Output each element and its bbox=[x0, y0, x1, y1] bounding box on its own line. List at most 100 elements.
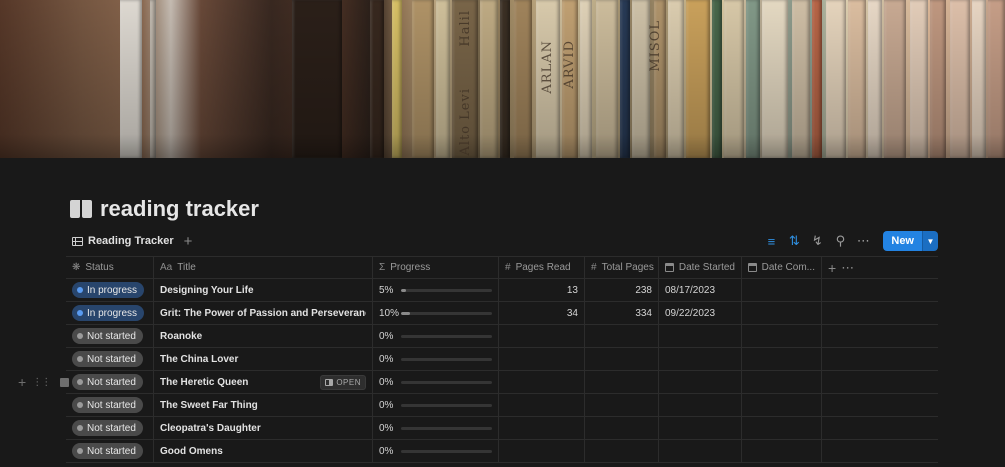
view-tab-reading-tracker[interactable]: Reading Tracker bbox=[66, 233, 180, 249]
title-cell[interactable]: Good Omens bbox=[154, 440, 373, 462]
status-badge[interactable]: In progress bbox=[72, 282, 145, 298]
date-completed-cell[interactable] bbox=[742, 394, 822, 416]
column-header-progress[interactable]: Σ Progress bbox=[373, 257, 499, 278]
add-row-icon[interactable]: + bbox=[18, 375, 26, 389]
pages-read-cell[interactable] bbox=[499, 325, 585, 347]
add-column-icon[interactable]: + bbox=[828, 260, 836, 276]
book-title[interactable]: The Sweet Far Thing bbox=[160, 400, 366, 411]
date-completed-cell[interactable] bbox=[742, 440, 822, 462]
sort-icon[interactable]: ⇅ bbox=[787, 233, 801, 249]
column-header-pages-read[interactable]: # Pages Read bbox=[499, 257, 585, 278]
date-completed-cell[interactable] bbox=[742, 348, 822, 370]
title-cell[interactable]: The Sweet Far Thing bbox=[154, 394, 373, 416]
table-row[interactable]: Not started The Heretic Queen OPEN 0% bbox=[66, 371, 938, 394]
drag-handle-icon[interactable]: ⋮⋮ bbox=[32, 377, 51, 388]
add-view-icon[interactable]: + bbox=[184, 234, 193, 249]
date-completed-cell[interactable] bbox=[742, 417, 822, 439]
date-started-cell[interactable] bbox=[659, 417, 742, 439]
date-started-cell[interactable] bbox=[659, 325, 742, 347]
book-title[interactable]: Cleopatra's Daughter bbox=[160, 423, 366, 434]
book-title[interactable]: Grit: The Power of Passion and Persevera… bbox=[160, 308, 366, 319]
status-badge[interactable]: Not started bbox=[72, 420, 143, 436]
progress-cell: 10% bbox=[373, 302, 499, 324]
status-dot bbox=[77, 448, 83, 454]
status-badge[interactable]: Not started bbox=[72, 374, 143, 390]
pages-read-cell[interactable] bbox=[499, 440, 585, 462]
total-pages-cell[interactable] bbox=[585, 348, 659, 370]
status-badge[interactable]: Not started bbox=[72, 443, 143, 459]
total-pages-cell[interactable] bbox=[585, 371, 659, 393]
status-badge[interactable]: Not started bbox=[72, 351, 143, 367]
date-started-cell[interactable] bbox=[659, 371, 742, 393]
table-row[interactable]: Not started The China Lover 0% bbox=[66, 348, 938, 371]
title-cell[interactable]: Roanoke bbox=[154, 325, 373, 347]
book-title[interactable]: Good Omens bbox=[160, 446, 366, 457]
table-row[interactable]: In progress Grit: The Power of Passion an… bbox=[66, 302, 938, 325]
column-header-date-started[interactable]: Date Started bbox=[659, 257, 742, 278]
status-cell[interactable]: In progress bbox=[66, 302, 154, 324]
date-started-cell[interactable] bbox=[659, 440, 742, 462]
total-pages-cell[interactable] bbox=[585, 440, 659, 462]
progress-cell: 0% bbox=[373, 371, 499, 393]
row-checkbox[interactable] bbox=[60, 377, 70, 387]
table-row[interactable]: Not started The Sweet Far Thing 0% bbox=[66, 394, 938, 417]
date-started-cell[interactable] bbox=[659, 348, 742, 370]
status-cell[interactable]: Not started bbox=[66, 348, 154, 370]
status-cell[interactable]: Not started bbox=[66, 371, 154, 393]
title-cell[interactable]: Grit: The Power of Passion and Persevera… bbox=[154, 302, 373, 324]
search-icon[interactable]: ⚲ bbox=[833, 233, 847, 249]
title-cell[interactable]: Designing Your Life bbox=[154, 279, 373, 301]
lightning-icon[interactable]: ↯ bbox=[810, 233, 824, 249]
open-button[interactable]: OPEN bbox=[320, 374, 366, 390]
status-badge[interactable]: In progress bbox=[72, 305, 145, 321]
book-title[interactable]: Roanoke bbox=[160, 331, 366, 342]
date-completed-cell[interactable] bbox=[742, 302, 822, 324]
date-completed-cell[interactable] bbox=[742, 279, 822, 301]
date-completed-cell[interactable] bbox=[742, 325, 822, 347]
title-cell[interactable]: Cleopatra's Daughter bbox=[154, 417, 373, 439]
more-icon[interactable]: ⋯ bbox=[841, 260, 854, 276]
status-cell[interactable]: Not started bbox=[66, 394, 154, 416]
date-completed-cell[interactable] bbox=[742, 371, 822, 393]
total-pages-cell[interactable]: 238 bbox=[585, 279, 659, 301]
pages-read-cell[interactable] bbox=[499, 394, 585, 416]
status-cell[interactable]: Not started bbox=[66, 417, 154, 439]
chevron-down-icon[interactable]: ▼ bbox=[922, 231, 938, 251]
title-cell[interactable]: The Heretic Queen OPEN bbox=[154, 371, 373, 393]
filter-icon[interactable]: ≡ bbox=[764, 234, 778, 249]
date-started-cell[interactable]: 08/17/2023 bbox=[659, 279, 742, 301]
status-badge[interactable]: Not started bbox=[72, 397, 143, 413]
title-cell[interactable]: The China Lover bbox=[154, 348, 373, 370]
table-row[interactable]: In progress Designing Your Life 5% 13 238 08/… bbox=[66, 279, 938, 302]
pages-read-cell[interactable]: 34 bbox=[499, 302, 585, 324]
book-title[interactable]: The Heretic Queen bbox=[160, 377, 320, 388]
total-pages-cell[interactable]: 334 bbox=[585, 302, 659, 324]
status-badge[interactable]: Not started bbox=[72, 328, 143, 344]
pages-read-cell[interactable] bbox=[499, 417, 585, 439]
pages-read-cell[interactable] bbox=[499, 348, 585, 370]
column-header-total-pages[interactable]: # Total Pages bbox=[585, 257, 659, 278]
table-row[interactable]: Not started Cleopatra's Daughter 0% bbox=[66, 417, 938, 440]
status-cell[interactable]: Not started bbox=[66, 325, 154, 347]
column-header-date-completed[interactable]: Date Com... bbox=[742, 257, 822, 278]
progress-cell: 0% bbox=[373, 348, 499, 370]
status-cell[interactable]: In progress bbox=[66, 279, 154, 301]
page-title[interactable]: reading tracker bbox=[100, 196, 259, 222]
column-header-title[interactable]: Aa Title bbox=[154, 257, 373, 278]
column-header-status[interactable]: ❋ Status bbox=[66, 257, 154, 278]
total-pages-cell[interactable] bbox=[585, 325, 659, 347]
date-started-cell[interactable]: 09/22/2023 bbox=[659, 302, 742, 324]
table-row[interactable]: Not started Roanoke 0% bbox=[66, 325, 938, 348]
new-button-label[interactable]: New bbox=[883, 231, 922, 251]
book-open-icon[interactable] bbox=[70, 200, 92, 218]
total-pages-cell[interactable] bbox=[585, 417, 659, 439]
book-title[interactable]: Designing Your Life bbox=[160, 285, 366, 296]
status-cell[interactable]: Not started bbox=[66, 440, 154, 462]
table-row[interactable]: Not started Good Omens 0% bbox=[66, 440, 938, 463]
pages-read-cell[interactable]: 13 bbox=[499, 279, 585, 301]
date-started-cell[interactable] bbox=[659, 394, 742, 416]
more-icon[interactable]: ⋯ bbox=[856, 233, 870, 249]
total-pages-cell[interactable] bbox=[585, 394, 659, 416]
book-title[interactable]: The China Lover bbox=[160, 354, 366, 365]
pages-read-cell[interactable] bbox=[499, 371, 585, 393]
